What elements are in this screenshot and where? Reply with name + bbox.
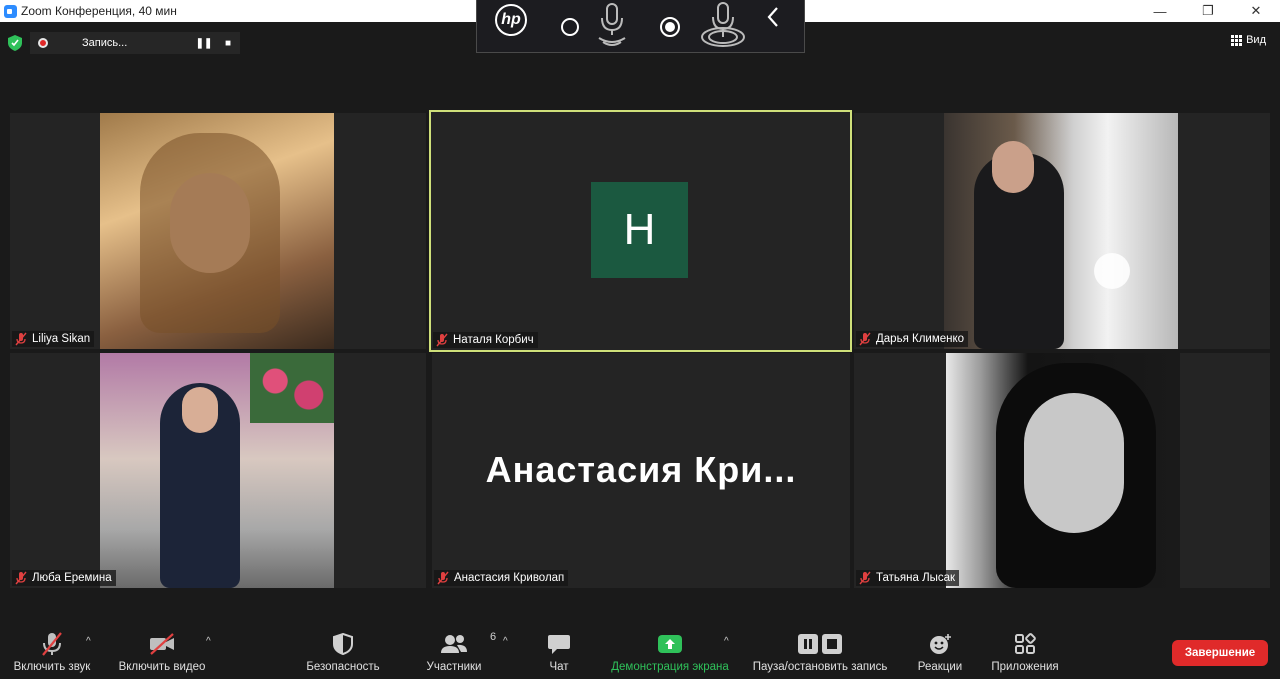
muted-microphone-icon	[436, 333, 448, 347]
recording-indicator: Запись... ❚❚ ■	[30, 32, 240, 54]
audio-options-chevron-icon[interactable]: ^	[86, 636, 91, 647]
window-title: Zoom Конференция, 40 мин	[21, 4, 177, 18]
share-options-chevron-icon[interactable]: ^	[724, 636, 729, 647]
start-video-label: Включить видео	[118, 661, 206, 673]
participants-count: 6	[490, 631, 497, 643]
close-button[interactable]: ✕	[1232, 0, 1280, 22]
video-tile[interactable]: Люба Еремина	[10, 353, 426, 588]
participants-options-chevron-icon[interactable]: ^	[503, 636, 508, 647]
chat-label: Чат	[549, 661, 569, 673]
participants-label: Участники	[426, 661, 482, 673]
video-tile[interactable]: Liliya Sikan	[10, 113, 426, 349]
zoom-app-icon	[4, 4, 17, 18]
maximize-button[interactable]: ❐	[1184, 0, 1232, 22]
participants-icon	[441, 635, 467, 653]
video-options-chevron-icon[interactable]: ^	[206, 636, 211, 647]
muted-microphone-icon	[42, 632, 62, 656]
participant-name-tag: Анастасия Криволап	[434, 570, 569, 586]
smiley-plus-icon	[930, 634, 951, 654]
hp-logo: hp	[495, 4, 527, 36]
recording-label: Запись...	[82, 37, 128, 49]
apps-label: Приложения	[991, 661, 1059, 673]
participant-big-name: Анастасия Кри...	[485, 449, 797, 490]
pause-stop-recording-label: Пауза/остановить запись	[752, 661, 888, 673]
apps-icon	[1015, 633, 1036, 654]
start-video-button[interactable]: Включить видео	[114, 631, 210, 673]
muted-microphone-icon	[15, 332, 27, 346]
unmute-audio-button[interactable]: Включить звук	[10, 631, 94, 673]
security-shield-icon[interactable]	[8, 35, 22, 51]
grid-icon	[1231, 34, 1243, 46]
participant-name-tag: Дарья Клименко	[856, 331, 969, 347]
participant-name: Liliya Sikan	[32, 333, 91, 345]
security-label: Безопасность	[306, 661, 380, 673]
recording-controls: ❚❚ ■	[192, 32, 240, 54]
security-shield-icon	[333, 633, 353, 655]
apps-button[interactable]: Приложения	[984, 631, 1066, 673]
participant-name: Дарья Клименко	[876, 333, 965, 345]
participant-name: Анастасия Криволап	[454, 572, 565, 584]
video-off-icon	[150, 633, 174, 655]
pause-recording-button[interactable]: ❚❚	[192, 32, 216, 54]
muted-microphone-icon	[15, 571, 27, 585]
pause-stop-recording-icon	[798, 634, 842, 654]
recording-bar: Запись... ❚❚ ■	[8, 31, 240, 55]
view-label: Вид	[1246, 34, 1266, 46]
participant-name-tag: Люба Еремина	[12, 570, 116, 586]
end-meeting-button[interactable]: Завершение	[1172, 640, 1268, 666]
share-screen-icon	[658, 635, 682, 653]
participant-name: Наталя Корбич	[453, 334, 534, 346]
share-screen-button[interactable]: Демонстрация экрана	[604, 631, 736, 673]
participants-button[interactable]: 6 Участники	[420, 631, 497, 673]
pause-stop-recording-button[interactable]: Пауза/остановить запись	[746, 631, 894, 673]
chat-bubble-icon	[548, 635, 570, 654]
participant-video	[944, 113, 1178, 349]
video-tile[interactable]: Анастасия Кри... Анастасия Криволап	[432, 353, 850, 588]
stop-recording-button[interactable]: ■	[216, 32, 240, 54]
minimize-button[interactable]: —	[1136, 0, 1184, 22]
active-speaker-tile[interactable]: Н Наталя Корбич	[429, 110, 852, 352]
video-tile[interactable]: Татьяна Лысак	[854, 353, 1270, 588]
participant-name: Татьяна Лысак	[876, 572, 956, 584]
microphone-icon[interactable]	[595, 2, 629, 48]
window-controls: — ❐ ✕	[1136, 0, 1280, 22]
muted-microphone-icon	[437, 571, 449, 585]
chat-button[interactable]: Чат	[538, 631, 580, 673]
view-button[interactable]: Вид	[1231, 34, 1266, 46]
chevron-left-icon[interactable]	[765, 6, 781, 28]
microphone-noise-icon[interactable]	[699, 1, 747, 49]
video-tile[interactable]: Дарья Клименко	[854, 113, 1270, 349]
record-circle-icon[interactable]	[658, 15, 682, 39]
security-button[interactable]: Безопасность	[300, 631, 386, 673]
muted-microphone-icon	[859, 332, 871, 346]
participant-name-tag: Татьяна Лысак	[856, 570, 960, 586]
participant-video	[100, 113, 334, 349]
participant-name: Люба Еремина	[32, 572, 112, 584]
muted-microphone-icon	[859, 571, 871, 585]
participant-name-tag: Наталя Корбич	[433, 332, 538, 348]
participant-video	[100, 353, 334, 588]
participant-avatar: Н	[591, 182, 688, 278]
share-screen-label: Демонстрация экрана	[611, 661, 729, 673]
circle-icon[interactable]	[559, 16, 581, 38]
unmute-audio-label: Включить звук	[13, 661, 91, 673]
hp-audio-overlay: hp	[476, 0, 805, 53]
participant-name-tag: Liliya Sikan	[12, 331, 95, 347]
reactions-label: Реакции	[917, 661, 963, 673]
reactions-button[interactable]: Реакции	[912, 631, 968, 673]
recording-dot-icon	[38, 38, 48, 48]
participant-video	[946, 353, 1180, 588]
